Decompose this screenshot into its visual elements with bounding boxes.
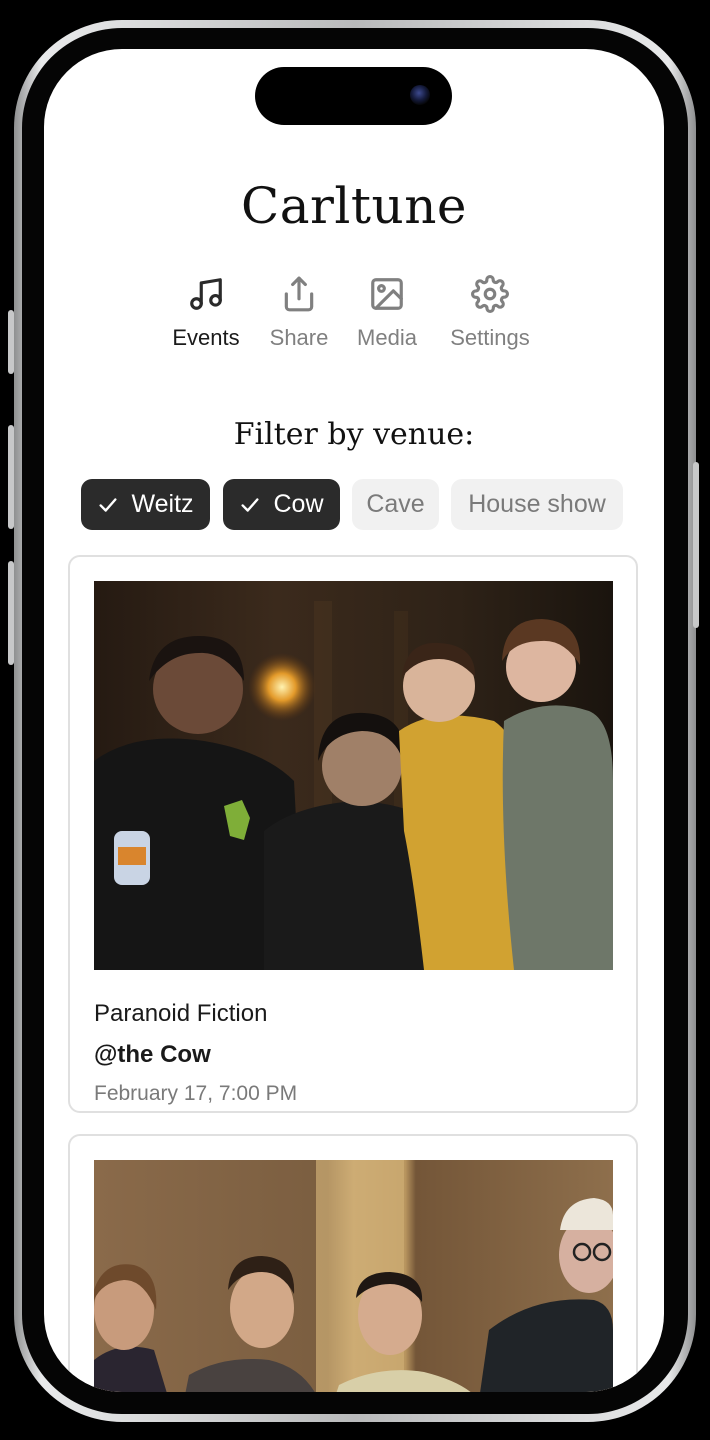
app-title: Carltune bbox=[240, 177, 468, 235]
chip-cave-label: Cave bbox=[366, 490, 425, 518]
check-icon bbox=[99, 497, 117, 512]
top-nav: Events Share Media Settings bbox=[44, 275, 664, 365]
nav-events[interactable]: Events bbox=[166, 275, 246, 351]
music-note-icon bbox=[190, 278, 222, 310]
chip-cave[interactable]: Cave bbox=[352, 479, 439, 530]
chip-cow[interactable]: Cow bbox=[223, 479, 340, 530]
event-datetime: February 17, 7:00 PM bbox=[94, 1082, 298, 1105]
screen: Carltune Events Share Media Settings Fil… bbox=[44, 49, 664, 1392]
event-card[interactable] bbox=[68, 1134, 638, 1392]
volume-down-button bbox=[8, 561, 14, 665]
nav-share[interactable]: Share bbox=[264, 275, 334, 351]
chip-cow-label: Cow bbox=[273, 490, 324, 518]
chip-house-show-label: House show bbox=[468, 490, 606, 518]
chip-weitz[interactable]: Weitz bbox=[81, 479, 210, 530]
nav-media-label: Media bbox=[357, 325, 417, 350]
nav-settings[interactable]: Settings bbox=[442, 275, 538, 351]
event-card[interactable]: Paranoid Fiction @the Cow February 17, 7… bbox=[68, 555, 638, 1113]
front-camera bbox=[410, 85, 430, 105]
filter-title: Filter by venue: bbox=[233, 417, 475, 452]
nav-events-label: Events bbox=[172, 325, 240, 350]
event-band-name: Paranoid Fiction bbox=[94, 1000, 268, 1027]
event-venue: @the Cow bbox=[94, 1041, 211, 1068]
nav-share-label: Share bbox=[269, 325, 329, 350]
nav-media[interactable]: Media bbox=[347, 275, 427, 351]
nav-settings-label: Settings bbox=[450, 325, 530, 350]
band-photo bbox=[94, 1160, 613, 1392]
gear-icon bbox=[471, 275, 509, 313]
check-icon bbox=[241, 497, 260, 512]
volume-up-button bbox=[8, 425, 14, 529]
action-button bbox=[8, 310, 14, 374]
power-button bbox=[693, 462, 699, 628]
band-photo bbox=[94, 581, 613, 970]
image-icon bbox=[371, 278, 403, 310]
dynamic-island bbox=[255, 67, 452, 125]
chip-weitz-label: Weitz bbox=[131, 490, 194, 518]
chip-house-show[interactable]: House show bbox=[451, 479, 623, 530]
share-icon bbox=[284, 276, 314, 312]
